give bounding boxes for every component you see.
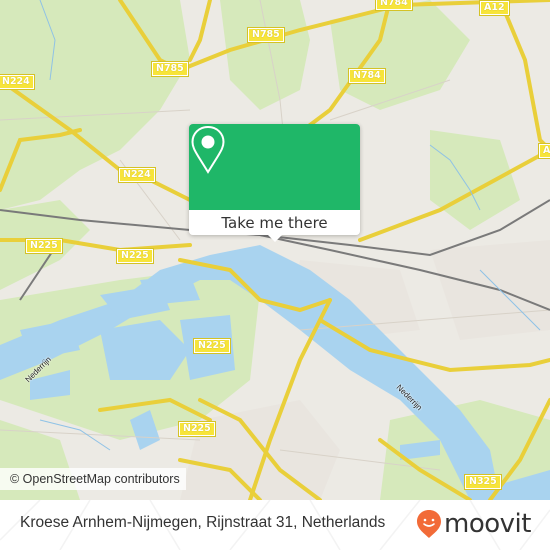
- road-shield-n785: N785: [151, 61, 189, 77]
- popup-pointer: [267, 234, 283, 242]
- road-shield-n224: N224: [0, 74, 35, 90]
- road-shield-n785: N785: [247, 27, 285, 43]
- map-pin-icon: [191, 125, 225, 174]
- road-shield-n784: N784: [348, 68, 386, 84]
- road-shield-n325: N325: [464, 474, 502, 490]
- moovit-logo[interactable]: moovit: [416, 509, 531, 539]
- road-shield-n225: N225: [178, 421, 216, 437]
- road-shield-n784: N784: [375, 0, 413, 11]
- road-shield-n224: N224: [118, 167, 156, 183]
- map-attribution[interactable]: © OpenStreetMap contributors: [0, 468, 186, 490]
- road-shield-n225: N225: [25, 238, 63, 254]
- map-view[interactable]: N224 N785 N785 N784 N784 A12 A12 N224 N2…: [0, 0, 550, 500]
- road-shield-a12: A12: [479, 0, 510, 16]
- road-shield-n225: N225: [116, 248, 154, 264]
- footer-bar: Kroese Arnhem-Nijmegen, Rijnstraat 31, N…: [0, 500, 550, 550]
- road-shield-a12: A12: [538, 143, 550, 159]
- road-shield-n225: N225: [193, 338, 231, 354]
- moovit-wordmark: moovit: [444, 509, 531, 539]
- map-tiles: [0, 0, 550, 500]
- location-popup: Take me there: [189, 124, 360, 242]
- location-address: Kroese Arnhem-Nijmegen, Rijnstraat 31, N…: [20, 514, 386, 531]
- moovit-pin-icon: [417, 510, 441, 538]
- take-me-there-button[interactable]: Take me there: [189, 210, 360, 235]
- popup-header: [189, 124, 360, 210]
